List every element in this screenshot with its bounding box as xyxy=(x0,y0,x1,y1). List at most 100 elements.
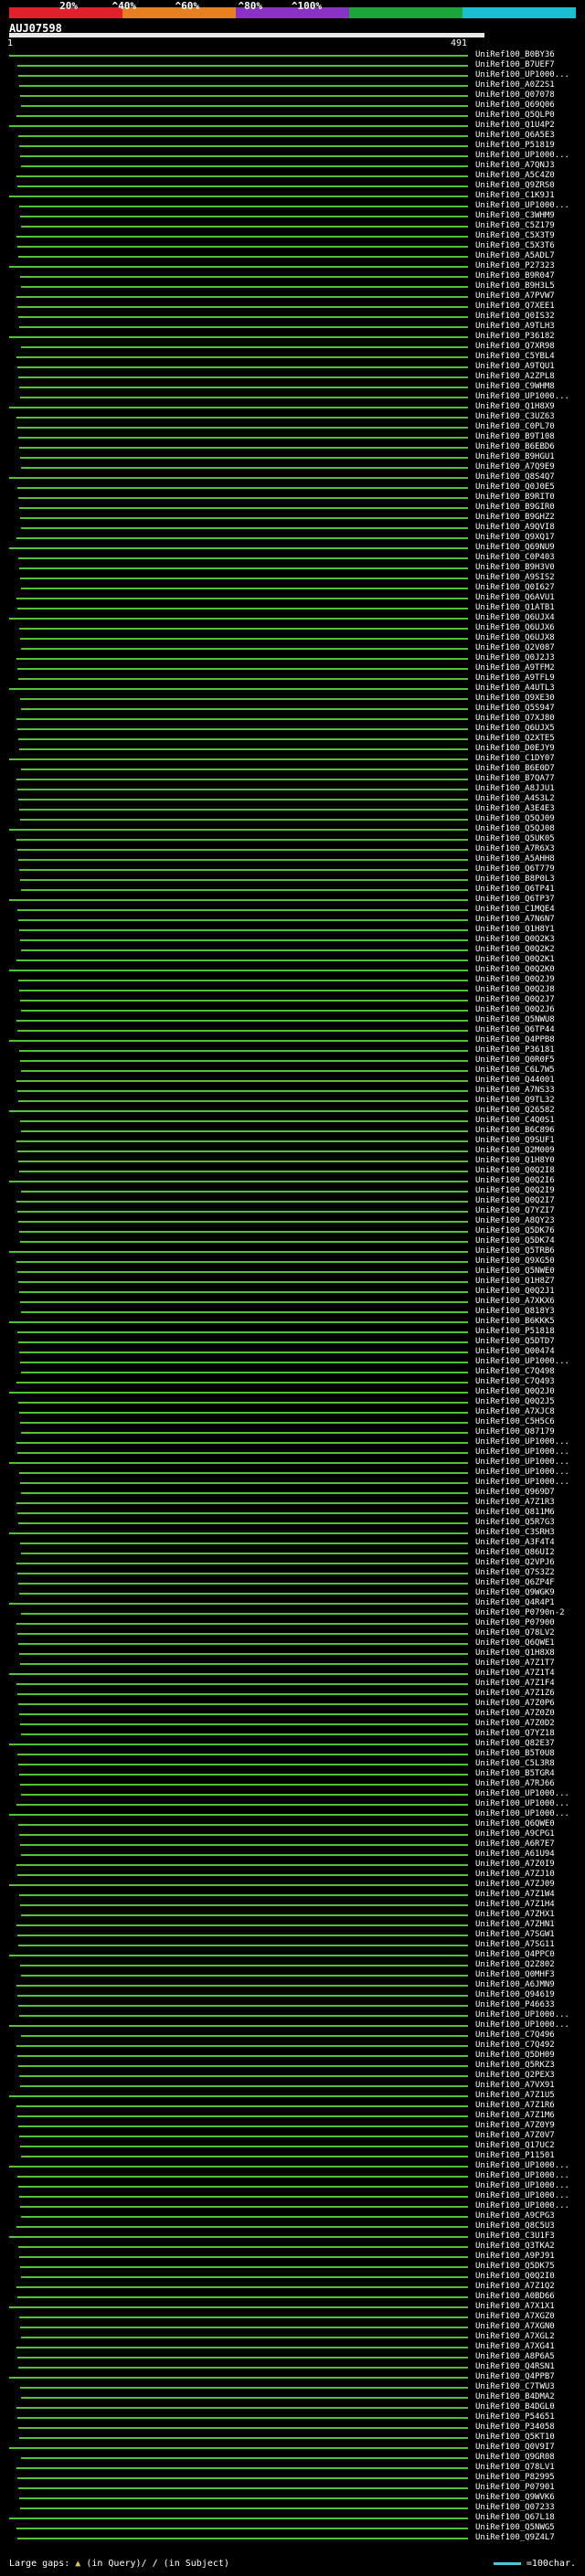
hit-label[interactable]: UniRef100_A5C4Z0 xyxy=(475,171,555,181)
hit-row[interactable]: UniRef100_B6KKK5 xyxy=(0,1317,585,1327)
hit-label[interactable]: UniRef100_A9TLH3 xyxy=(475,322,555,332)
hit-label[interactable]: UniRef100_Q0Q2J0 xyxy=(475,1387,555,1397)
hit-label[interactable]: UniRef100_Q1H8X9 xyxy=(475,402,555,412)
hit-row[interactable]: UniRef100_UP1000... xyxy=(0,2201,585,2211)
hit-label[interactable]: UniRef100_Q6TP44 xyxy=(475,1025,555,1035)
hit-label[interactable]: UniRef100_Q0Q2K3 xyxy=(475,935,555,945)
hit-label[interactable]: UniRef100_C0PL70 xyxy=(475,422,555,432)
hit-label[interactable]: UniRef100_Q1ATB1 xyxy=(475,603,555,613)
hit-row[interactable]: UniRef100_Q69Q06 xyxy=(0,101,585,111)
hit-label[interactable]: UniRef100_C1DY07 xyxy=(475,754,555,764)
hit-row[interactable]: UniRef100_Q0Q2K2 xyxy=(0,945,585,955)
hit-row[interactable]: UniRef100_A7ZHN1 xyxy=(0,1920,585,1930)
hit-row[interactable]: UniRef100_A7Z1R3 xyxy=(0,1498,585,1508)
hit-row[interactable]: UniRef100_Q1H8X9 xyxy=(0,402,585,412)
hit-label[interactable]: UniRef100_A7NS33 xyxy=(475,1086,555,1096)
hit-row[interactable]: UniRef100_C1MQE4 xyxy=(0,905,585,915)
hit-row[interactable]: UniRef100_A0Z2S1 xyxy=(0,80,585,90)
hit-row[interactable]: UniRef100_A9CPG1 xyxy=(0,1829,585,1839)
hit-label[interactable]: UniRef100_A7Z1H4 xyxy=(475,1900,555,1910)
hit-label[interactable]: UniRef100_Q9ZRS0 xyxy=(475,181,555,191)
hit-label[interactable]: UniRef100_A7Z1R3 xyxy=(475,1498,555,1508)
hit-label[interactable]: UniRef100_Q5RKZ3 xyxy=(475,2061,555,2071)
hit-label[interactable]: UniRef100_Q5NWE0 xyxy=(475,1267,555,1277)
hit-row[interactable]: UniRef100_Q5NWU8 xyxy=(0,1015,585,1025)
hit-label[interactable]: UniRef100_A4UTL3 xyxy=(475,684,555,694)
hit-label[interactable]: UniRef100_A7X1X1 xyxy=(475,2302,555,2312)
hit-row[interactable]: UniRef100_C7Q496 xyxy=(0,2030,585,2041)
hit-label[interactable]: UniRef100_B9GIR0 xyxy=(475,503,555,513)
hit-label[interactable]: UniRef100_UP1000... xyxy=(475,1447,569,1458)
hit-label[interactable]: UniRef100_Q07078 xyxy=(475,90,555,101)
hit-label[interactable]: UniRef100_A7Z1W4 xyxy=(475,1890,555,1900)
hit-row[interactable]: UniRef100_P82995 xyxy=(0,2473,585,2483)
hit-row[interactable]: UniRef100_Q94619 xyxy=(0,1990,585,2000)
hit-row[interactable]: UniRef100_C1K9J1 xyxy=(0,191,585,201)
hit-row[interactable]: UniRef100_Q07233 xyxy=(0,2503,585,2513)
hit-row[interactable]: UniRef100_C5X3T9 xyxy=(0,231,585,241)
hit-row[interactable]: UniRef100_P27323 xyxy=(0,261,585,271)
hit-row[interactable]: UniRef100_Q6UJX8 xyxy=(0,633,585,643)
hit-row[interactable]: UniRef100_A9TFM2 xyxy=(0,663,585,673)
hit-row[interactable]: UniRef100_UP1000... xyxy=(0,2191,585,2201)
hit-label[interactable]: UniRef100_C3WHM9 xyxy=(475,211,555,221)
hit-row[interactable]: UniRef100_UP1000... xyxy=(0,201,585,211)
hit-label[interactable]: UniRef100_Q69NU9 xyxy=(475,543,555,553)
hit-row[interactable]: UniRef100_Q78LV1 xyxy=(0,2463,585,2473)
hit-label[interactable]: UniRef100_Q1U4P2 xyxy=(475,121,555,131)
hit-row[interactable]: UniRef100_P34058 xyxy=(0,2422,585,2433)
hit-label[interactable]: UniRef100_UP1000... xyxy=(475,1437,569,1447)
hit-label[interactable]: UniRef100_Q2VPJ6 xyxy=(475,1558,555,1568)
hit-row[interactable]: UniRef100_Q9Z4L7 xyxy=(0,2533,585,2543)
hit-label[interactable]: UniRef100_Q6ZP4F xyxy=(475,1578,555,1588)
hit-label[interactable]: UniRef100_P07900 xyxy=(475,1618,555,1628)
hit-row[interactable]: UniRef100_Q1H8X8 xyxy=(0,1648,585,1659)
hit-label[interactable]: UniRef100_UP1000... xyxy=(475,1809,569,1819)
hit-label[interactable]: UniRef100_Q6AVU1 xyxy=(475,593,555,603)
hit-row[interactable]: UniRef100_P11501 xyxy=(0,2151,585,2161)
hit-row[interactable]: UniRef100_A7Z1H4 xyxy=(0,1900,585,1910)
hit-row[interactable]: UniRef100_A7ZJ10 xyxy=(0,1870,585,1880)
hit-label[interactable]: UniRef100_Q6QWE1 xyxy=(475,1638,555,1648)
hit-label[interactable]: UniRef100_Q2Z802 xyxy=(475,1960,555,1970)
hit-label[interactable]: UniRef100_Q44001 xyxy=(475,1076,555,1086)
hit-row[interactable]: UniRef100_UP1000... xyxy=(0,1478,585,1488)
hit-row[interactable]: UniRef100_Q5QJ08 xyxy=(0,824,585,834)
hit-row[interactable]: UniRef100_A7R6X3 xyxy=(0,844,585,854)
hit-label[interactable]: UniRef100_Q5DK75 xyxy=(475,2262,555,2272)
hit-row[interactable]: UniRef100_A9TLH3 xyxy=(0,322,585,332)
hit-row[interactable]: UniRef100_A7Z1T4 xyxy=(0,1669,585,1679)
hit-row[interactable]: UniRef100_Q17UC2 xyxy=(0,2141,585,2151)
hit-row[interactable]: UniRef100_A7ZJ09 xyxy=(0,1880,585,1890)
hit-label[interactable]: UniRef100_UP1000... xyxy=(475,2181,569,2191)
hit-row[interactable]: UniRef100_Q969D7 xyxy=(0,1488,585,1498)
hit-label[interactable]: UniRef100_Q9TL32 xyxy=(475,1096,555,1106)
hit-row[interactable]: UniRef100_A7QNJ3 xyxy=(0,161,585,171)
hit-label[interactable]: UniRef100_Q818Y3 xyxy=(475,1307,555,1317)
hit-row[interactable]: UniRef100_Q5DTD7 xyxy=(0,1337,585,1347)
hit-label[interactable]: UniRef100_A2ZPL8 xyxy=(475,372,555,382)
hit-row[interactable]: UniRef100_B5TGR4 xyxy=(0,1769,585,1779)
hit-label[interactable]: UniRef100_C4Q0S1 xyxy=(475,1116,555,1126)
hit-row[interactable]: UniRef100_Q7XEE1 xyxy=(0,302,585,312)
hit-row[interactable]: UniRef100_Q2Z802 xyxy=(0,1960,585,1970)
hit-label[interactable]: UniRef100_Q5KT10 xyxy=(475,2433,555,2443)
hit-label[interactable]: UniRef100_C3SRH3 xyxy=(475,1528,555,1538)
hit-label[interactable]: UniRef100_UP1000... xyxy=(475,1357,569,1367)
hit-row[interactable]: UniRef100_Q0Q2K3 xyxy=(0,935,585,945)
hit-row[interactable]: UniRef100_A9SIS2 xyxy=(0,573,585,583)
hit-label[interactable]: UniRef100_C9WHM8 xyxy=(475,382,555,392)
hit-label[interactable]: UniRef100_Q7YZI7 xyxy=(475,1206,555,1216)
hit-label[interactable]: UniRef100_Q0Q2I0 xyxy=(475,2272,555,2282)
hit-label[interactable]: UniRef100_Q7XR98 xyxy=(475,342,555,352)
hit-label[interactable]: UniRef100_Q6T779 xyxy=(475,864,555,875)
hit-label[interactable]: UniRef100_B6KKK5 xyxy=(475,1317,555,1327)
hit-label[interactable]: UniRef100_P46633 xyxy=(475,2000,555,2010)
hit-row[interactable]: UniRef100_Q5RKZ3 xyxy=(0,2061,585,2071)
hit-row[interactable]: UniRef100_Q6UJX5 xyxy=(0,724,585,734)
hit-label[interactable]: UniRef100_Q2V087 xyxy=(475,643,555,653)
hit-label[interactable]: UniRef100_A9TFL9 xyxy=(475,673,555,684)
hit-row[interactable]: UniRef100_Q5DK76 xyxy=(0,1226,585,1236)
hit-label[interactable]: UniRef100_Q6UJX4 xyxy=(475,613,555,623)
hit-row[interactable]: UniRef100_Q1H8Y1 xyxy=(0,925,585,935)
